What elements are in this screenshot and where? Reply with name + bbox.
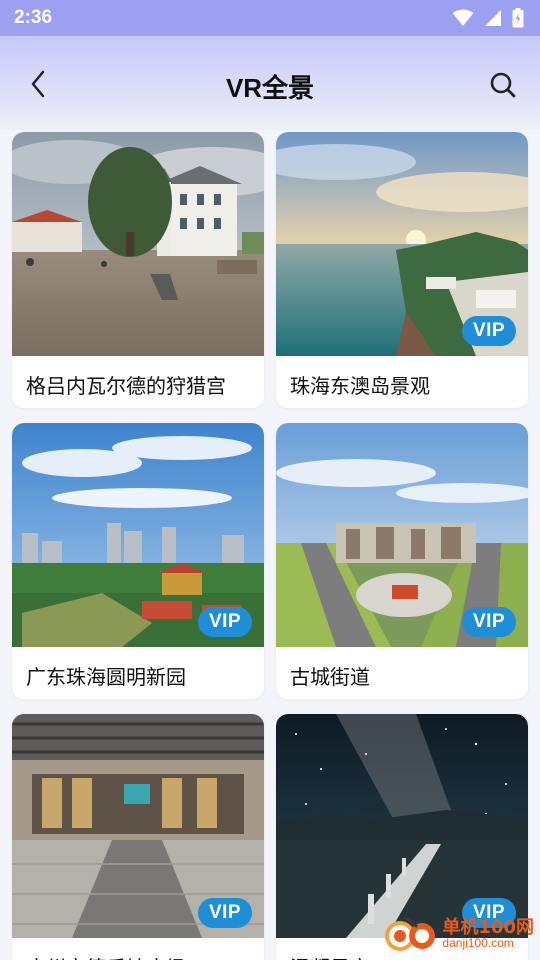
card-title: 混凝星空: [290, 952, 370, 960]
watermark: 单机100网 danji100.com: [382, 912, 534, 956]
watermark-url: danji100.com: [442, 936, 514, 950]
search-icon: [490, 72, 516, 98]
panorama-thumbnail: [12, 132, 264, 356]
panorama-card[interactable]: VIP 珠海东澳岛景观: [276, 132, 528, 408]
panorama-thumbnail: VIP: [276, 423, 528, 647]
card-title: 广州亦德乐地广场: [26, 952, 186, 960]
status-icons: [452, 8, 524, 28]
page-title: VR全景: [225, 73, 315, 103]
card-title: 珠海东澳岛景观: [290, 374, 430, 398]
wifi-icon: [452, 9, 474, 26]
panorama-thumbnail: VIP: [12, 423, 264, 647]
watermark-site: 单机100网: [442, 917, 534, 938]
status-bar: 2:36: [0, 0, 540, 36]
vip-badge: VIP: [462, 316, 516, 346]
panorama-grid: 格吕内瓦尔德的狩猎宫 VIP 珠海东澳岛景观 VIP 广东珠海圆明新园 VIP …: [12, 132, 528, 960]
vip-badge: VIP: [198, 898, 252, 928]
vip-badge: VIP: [198, 607, 252, 637]
watermark-logo-icon: [385, 916, 436, 951]
card-title: 古城街道: [290, 665, 370, 689]
panorama-card[interactable]: VIP 广州亦德乐地广场: [12, 714, 264, 960]
app-header: VR全景: [0, 36, 540, 130]
search-button[interactable]: [486, 68, 520, 102]
vip-badge: VIP: [462, 607, 516, 637]
panorama-thumbnail: VIP: [276, 714, 528, 938]
panorama-card[interactable]: 格吕内瓦尔德的狩猎宫: [12, 132, 264, 408]
watermark-text: 单机100网 danji100.com: [442, 917, 534, 950]
card-title: 广东珠海圆明新园: [26, 665, 186, 689]
panorama-thumbnail: VIP: [276, 132, 528, 356]
panorama-thumbnail: VIP: [12, 714, 264, 938]
signal-icon: [485, 10, 501, 26]
battery-icon: [512, 8, 524, 28]
status-time: 2:36: [14, 7, 53, 28]
panorama-card[interactable]: VIP 广东珠海圆明新园: [12, 423, 264, 699]
panorama-card[interactable]: VIP 古城街道: [276, 423, 528, 699]
card-title: 格吕内瓦尔德的狩猎宫: [26, 374, 226, 398]
